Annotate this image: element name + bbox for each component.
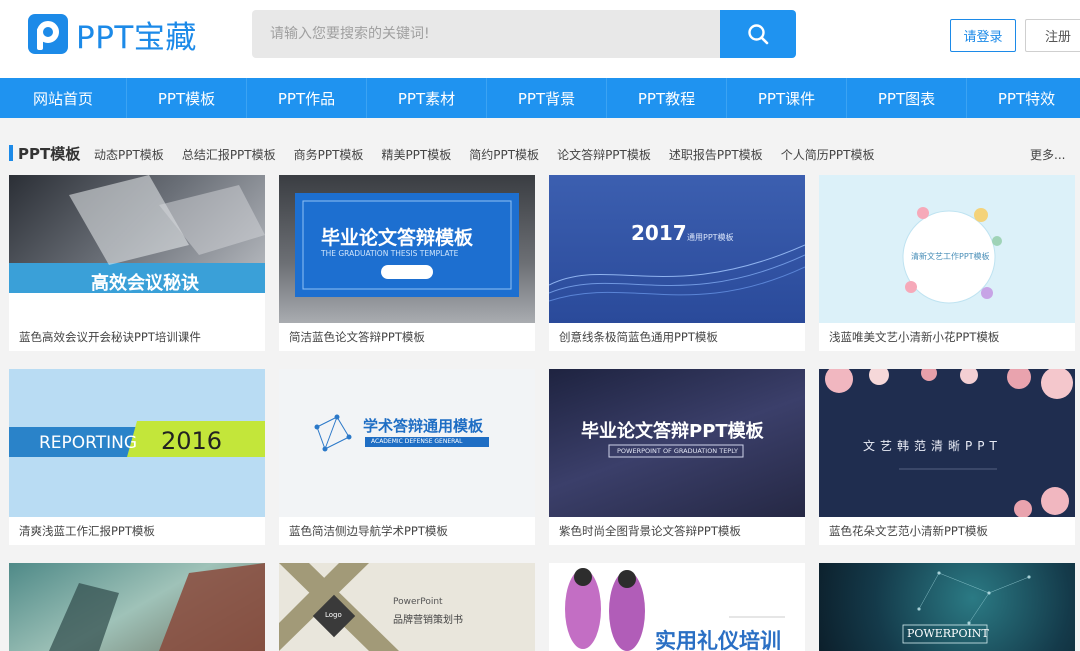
thumbnail-subtitle: PowerPoint (393, 597, 443, 607)
nav-item-ppt-charts[interactable]: PPT图表 (847, 78, 967, 118)
template-thumbnail[interactable] (9, 563, 265, 651)
template-card[interactable]: 学术答辩通用模板 ACADEMIC DEFENSE GENERAL 蓝色简洁侧边… (279, 369, 535, 545)
template-card[interactable]: POWERPOINT (819, 563, 1075, 651)
thumbnail-subtitle: 2016 (161, 427, 223, 455)
category-link[interactable]: 述职报告PPT模板 (669, 146, 763, 163)
search-button[interactable] (720, 10, 796, 58)
template-thumbnail[interactable]: REPORTING 2016 (9, 369, 265, 517)
nav-item-ppt-effects[interactable]: PPT特效 (967, 78, 1080, 118)
thumbnail-title: REPORTING (39, 433, 138, 453)
template-card[interactable]: 毕业论文答辩模板 THE GRADUATION THESIS TEMPLATE … (279, 175, 535, 351)
thumbnail-title: 学术答辩通用模板 (363, 417, 484, 435)
template-card[interactable] (9, 563, 265, 651)
search-bar (252, 10, 796, 58)
site-logo[interactable]: PPT宝藏 (28, 12, 197, 56)
template-thumbnail[interactable]: 实用礼仪培训 (549, 563, 805, 651)
card-caption[interactable]: 简洁蓝色论文答辩PPT模板 (279, 323, 535, 351)
template-thumbnail[interactable]: 毕业论文答辩PPT模板 POWERPOINT OF GRADUATION TEP… (549, 369, 805, 517)
nav-item-ppt-templates[interactable]: PPT模板 (127, 78, 247, 118)
search-input[interactable] (252, 10, 720, 58)
thumbnail-title: 清新文艺工作PPT模板 (911, 252, 990, 261)
template-thumbnail[interactable]: 清新文艺工作PPT模板 (819, 175, 1075, 323)
template-card[interactable]: 毕业论文答辩PPT模板 POWERPOINT OF GRADUATION TEP… (549, 369, 805, 545)
template-thumbnail[interactable]: 毕业论文答辩模板 THE GRADUATION THESIS TEMPLATE (279, 175, 535, 323)
card-caption[interactable]: 蓝色花朵文艺范小清新PPT模板 (819, 517, 1075, 545)
login-button[interactable]: 请登录 (950, 19, 1016, 52)
thumbnail-title: 2017 (631, 221, 687, 245)
thumbnail-subtitle: 通用PPT模板 (687, 233, 734, 242)
category-link[interactable]: 论文答辩PPT模板 (557, 146, 651, 163)
nav-item-ppt-courseware[interactable]: PPT课件 (727, 78, 847, 118)
template-thumbnail[interactable]: Logo PowerPoint 品牌营销策划书 (279, 563, 535, 651)
category-link[interactable]: 总结汇报PPT模板 (182, 146, 276, 163)
thumbnail-title: 高效会议秘诀 (91, 273, 199, 294)
template-thumbnail[interactable]: 学术答辩通用模板 ACADEMIC DEFENSE GENERAL (279, 369, 535, 517)
nav-item-home[interactable]: 网站首页 (0, 78, 127, 118)
template-card[interactable]: REPORTING 2016 清爽浅蓝工作汇报PPT模板 (9, 369, 265, 545)
thumbnail-subtitle: POWERPOINT OF GRADUATION TEPLY (617, 447, 738, 455)
search-icon (748, 24, 769, 45)
template-card[interactable]: 2017 通用PPT模板 创意线条极简蓝色通用PPT模板 (549, 175, 805, 351)
category-link[interactable]: 个人简历PPT模板 (781, 146, 875, 163)
card-caption[interactable]: 蓝色简洁侧边导航学术PPT模板 (279, 517, 535, 545)
category-title: PPT模板 (18, 145, 81, 163)
category-link[interactable]: 商务PPT模板 (294, 146, 364, 163)
main-nav: 网站首页 PPT模板 PPT作品 PPT素材 PPT背景 PPT教程 PPT课件… (0, 78, 1080, 118)
category-links: 动态PPT模板 总结汇报PPT模板 商务PPT模板 精美PPT模板 简约PPT模… (94, 146, 893, 163)
nav-item-ppt-tutorials[interactable]: PPT教程 (607, 78, 727, 118)
category-bar: PPT模板 动态PPT模板 总结汇报PPT模板 商务PPT模板 精美PPT模板 … (0, 138, 1080, 168)
template-thumbnail[interactable]: POWERPOINT (819, 563, 1075, 651)
thumbnail-subtitle: THE GRADUATION THESIS TEMPLATE (321, 249, 459, 258)
category-link[interactable]: 简约PPT模板 (469, 146, 539, 163)
logo-p-icon (28, 14, 68, 54)
thumbnail-title: POWERPOINT (907, 627, 989, 640)
card-caption[interactable]: 紫色时尚全图背景论文答辩PPT模板 (549, 517, 805, 545)
template-thumbnail[interactable]: 2017 通用PPT模板 (549, 175, 805, 323)
template-card[interactable]: Logo PowerPoint 品牌营销策划书 (279, 563, 535, 651)
category-link[interactable]: 精美PPT模板 (381, 146, 451, 163)
thumbnail-subtitle: ACADEMIC DEFENSE GENERAL (371, 438, 463, 445)
template-card[interactable]: 文艺韩范清晰PPT 蓝色花朵文艺范小清新PPT模板 (819, 369, 1075, 545)
template-card[interactable]: 高效会议秘诀 蓝色高效会议开会秘诀PPT培训课件 (9, 175, 265, 351)
nav-item-ppt-works[interactable]: PPT作品 (247, 78, 367, 118)
thumbnail-title: 品牌营销策划书 (393, 615, 463, 626)
register-button[interactable]: 注册 (1025, 19, 1080, 52)
template-thumbnail[interactable]: 高效会议秘诀 (9, 175, 265, 323)
thumbnail-title: 毕业论文答辩模板 (321, 227, 474, 249)
card-caption[interactable]: 浅蓝唯美文艺小清新小花PPT模板 (819, 323, 1075, 351)
thumbnail-title: 毕业论文答辩PPT模板 (581, 421, 764, 442)
logo-text: PPT宝藏 (76, 19, 197, 56)
category-more-link[interactable]: 更多... (1030, 146, 1065, 163)
thumbnail-title: 文艺韩范清晰PPT (863, 439, 1002, 453)
nav-item-ppt-backgrounds[interactable]: PPT背景 (487, 78, 607, 118)
category-accent (9, 145, 13, 161)
thumbnail-logo: Logo (325, 611, 342, 619)
thumbnail-title: 实用礼仪培训 (655, 629, 781, 651)
template-card[interactable]: 实用礼仪培训 (549, 563, 805, 651)
card-caption[interactable]: 清爽浅蓝工作汇报PPT模板 (9, 517, 265, 545)
category-link[interactable]: 动态PPT模板 (94, 146, 164, 163)
nav-item-ppt-materials[interactable]: PPT素材 (367, 78, 487, 118)
card-caption[interactable]: 创意线条极简蓝色通用PPT模板 (549, 323, 805, 351)
site-header: PPT宝藏 请登录 注册 (0, 0, 1080, 78)
template-card[interactable]: 清新文艺工作PPT模板 浅蓝唯美文艺小清新小花PPT模板 (819, 175, 1075, 351)
card-caption[interactable]: 蓝色高效会议开会秘诀PPT培训课件 (9, 323, 265, 351)
template-thumbnail[interactable]: 文艺韩范清晰PPT (819, 369, 1075, 517)
